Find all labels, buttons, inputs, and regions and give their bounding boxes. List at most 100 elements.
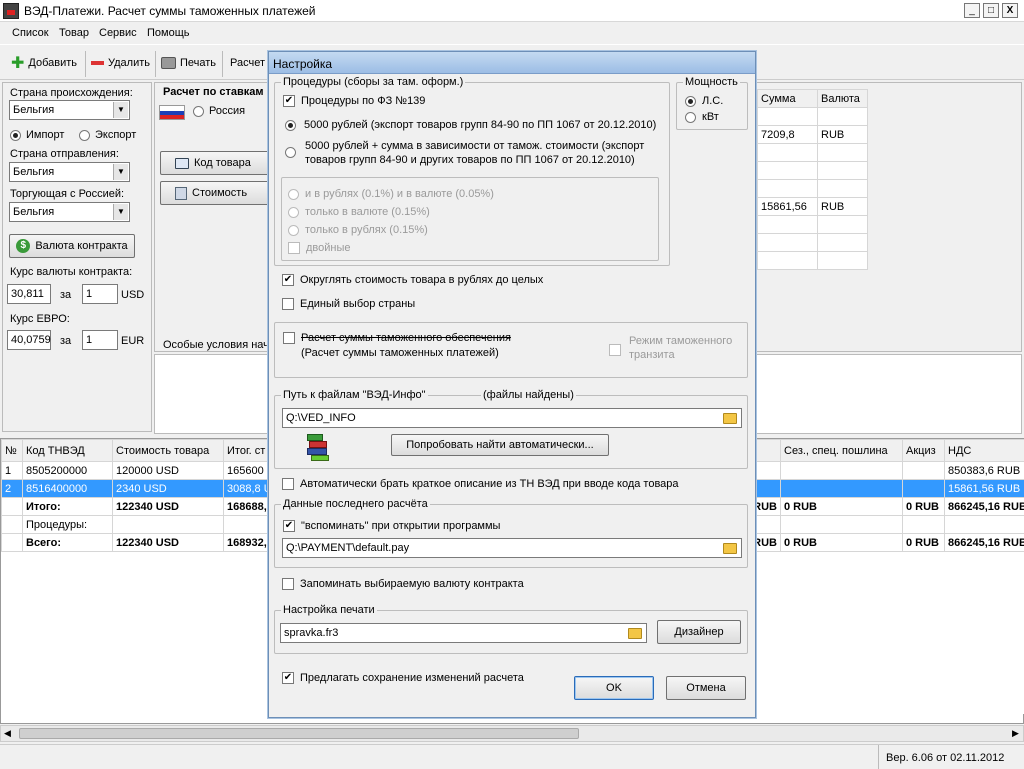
special-conditions-area[interactable] <box>154 354 272 434</box>
grid-cell[interactable]: 8516400000 <box>23 480 113 498</box>
scroll-left-icon[interactable]: ◀ <box>4 728 11 739</box>
menu-help[interactable]: Помощь <box>147 27 190 39</box>
kw-radio[interactable]: кВт <box>685 111 719 123</box>
grid-cell[interactable] <box>818 162 868 180</box>
ved-info-path-input[interactable]: Q:\VED_INFO <box>282 408 742 428</box>
grid-cell[interactable]: 1 <box>2 462 23 480</box>
fz139-checkbox[interactable]: ✔Процедуры по ФЗ №139 <box>283 95 425 107</box>
grid-cell[interactable] <box>818 252 868 270</box>
double-checkbox[interactable]: двойные <box>288 242 351 254</box>
grid-cell[interactable]: Итого: <box>23 498 113 516</box>
fixed-fee-radio[interactable]: 5000 рублей (экспорт товаров групп 84-90… <box>285 119 656 131</box>
grid-cell[interactable]: RUB <box>818 126 868 144</box>
column-header[interactable]: Итог. ст <box>224 440 274 462</box>
grid-cell[interactable]: 122340 USD <box>113 498 224 516</box>
grid-cell[interactable] <box>758 162 818 180</box>
table-row[interactable] <box>758 144 868 162</box>
hp-radio[interactable]: Л.С. <box>685 95 723 107</box>
table-row[interactable] <box>758 234 868 252</box>
grid-cell[interactable]: 168932,2 <box>224 534 274 552</box>
contract-currency-button[interactable]: $ Валюта контракта <box>9 234 135 258</box>
horizontal-scrollbar[interactable]: ◀ ▶ <box>0 725 1024 742</box>
column-header[interactable]: № <box>2 440 23 462</box>
grid-cell[interactable] <box>903 516 945 534</box>
cancel-button[interactable]: Отмена <box>666 676 746 700</box>
column-header[interactable]: Стоимость товара <box>113 440 224 462</box>
ok-button[interactable]: OK <box>574 676 654 700</box>
print-template-input[interactable]: spravka.fr3 <box>280 623 647 643</box>
grid-cell[interactable] <box>903 480 945 498</box>
euro-input[interactable]: 40,0759 <box>7 330 51 350</box>
table-row[interactable] <box>758 162 868 180</box>
grid-cell[interactable]: 15861,56 <box>758 198 818 216</box>
table-row[interactable] <box>758 252 868 270</box>
grid-cell[interactable]: 2 <box>2 480 23 498</box>
grid-cell[interactable] <box>224 516 274 534</box>
table-row[interactable]: 15861,56RUB <box>758 198 868 216</box>
table-row[interactable] <box>758 108 868 126</box>
auto-desc-checkbox[interactable]: Автоматически брать краткое описание из … <box>282 478 679 490</box>
grid-cell[interactable] <box>781 462 903 480</box>
auto-find-button[interactable]: Попробовать найти автоматически... <box>391 434 609 456</box>
both-currencies-radio[interactable]: и в рублях (0.1%) и в валюте (0.05%) <box>288 188 494 200</box>
table-row[interactable] <box>758 216 868 234</box>
grid-cell[interactable]: 165600 U <box>224 462 274 480</box>
grid-cell[interactable] <box>818 144 868 162</box>
table-row[interactable] <box>758 180 868 198</box>
rubles-only-radio[interactable]: только в рублях (0.15%) <box>288 224 428 236</box>
cost-button[interactable]: Стоимость <box>160 181 270 205</box>
scrollbar-thumb[interactable] <box>19 728 579 739</box>
grid-cell[interactable] <box>758 108 818 126</box>
grid-cell[interactable]: 122340 USD <box>113 534 224 552</box>
column-header[interactable]: Код ТНВЭД <box>23 440 113 462</box>
grid-cell[interactable]: 3088,8 U <box>224 480 274 498</box>
export-radio[interactable]: Экспорт <box>79 129 136 141</box>
add-button[interactable]: ✚ Добавить <box>11 53 77 73</box>
euro-qty-input[interactable]: 1 <box>82 330 118 350</box>
folder-icon[interactable] <box>723 413 737 424</box>
column-header[interactable]: НДС <box>945 440 1024 462</box>
trading-combo[interactable]: Бельгия▼ <box>9 202 130 222</box>
grid-cell[interactable] <box>818 108 868 126</box>
scroll-right-icon[interactable]: ▶ <box>1012 728 1019 739</box>
transit-checkbox[interactable] <box>609 344 621 359</box>
grid-cell[interactable]: Процедуры: <box>23 516 113 534</box>
currency-only-radio[interactable]: только в валюте (0.15%) <box>288 206 430 218</box>
remember-checkbox[interactable]: ✔"вспоминать" при открытии программы <box>283 520 500 532</box>
rate-input[interactable]: 30,811 <box>7 284 51 304</box>
column-header[interactable]: Сез., спец. пошлина <box>781 440 903 462</box>
variable-fee-radio[interactable] <box>285 147 296 161</box>
remember-currency-checkbox[interactable]: Запоминать выбираемую валюту контракта <box>282 578 524 590</box>
grid-cell[interactable] <box>781 480 903 498</box>
grid-cell[interactable] <box>945 516 1024 534</box>
column-header[interactable]: Акциз <box>903 440 945 462</box>
grid-cell[interactable] <box>758 180 818 198</box>
grid-cell[interactable]: 850383,6 RUB <box>945 462 1024 480</box>
folder-icon[interactable] <box>628 628 642 639</box>
folder-icon[interactable] <box>723 543 737 554</box>
grid-cell[interactable]: 120000 USD <box>113 462 224 480</box>
grid-cell[interactable] <box>818 234 868 252</box>
menu-service[interactable]: Сервис <box>99 27 137 39</box>
maximize-button[interactable]: □ <box>983 3 999 18</box>
grid-cell[interactable]: RUB <box>818 198 868 216</box>
close-button[interactable]: X <box>1002 3 1018 18</box>
grid-cell[interactable] <box>758 216 818 234</box>
dispatch-combo[interactable]: Бельгия▼ <box>9 162 130 182</box>
grid-cell[interactable] <box>903 462 945 480</box>
grid-cell[interactable] <box>113 516 224 534</box>
grid-cell[interactable] <box>758 234 818 252</box>
rate-qty-input[interactable]: 1 <box>82 284 118 304</box>
last-calc-path-input[interactable]: Q:\PAYMENT\default.pay <box>282 538 742 558</box>
round-checkbox[interactable]: ✔Округлять стоимость товара в рублях до … <box>282 274 543 286</box>
offer-save-checkbox[interactable]: ✔Предлагать сохранение изменений расчета <box>282 672 524 684</box>
grid-cell[interactable]: 866245,16 RUB <box>945 498 1024 516</box>
calc-button[interactable]: Расчет <box>230 53 265 73</box>
grid-cell[interactable]: 7209,8 <box>758 126 818 144</box>
guarantee-checkbox[interactable]: Расчет суммы таможенного обеспечения <box>283 332 511 344</box>
table-row[interactable]: 7209,8RUB <box>758 126 868 144</box>
grid-cell[interactable]: 2340 USD <box>113 480 224 498</box>
grid-cell[interactable] <box>2 516 23 534</box>
grid-cell[interactable] <box>781 516 903 534</box>
grid-cell[interactable]: 168688,8 <box>224 498 274 516</box>
